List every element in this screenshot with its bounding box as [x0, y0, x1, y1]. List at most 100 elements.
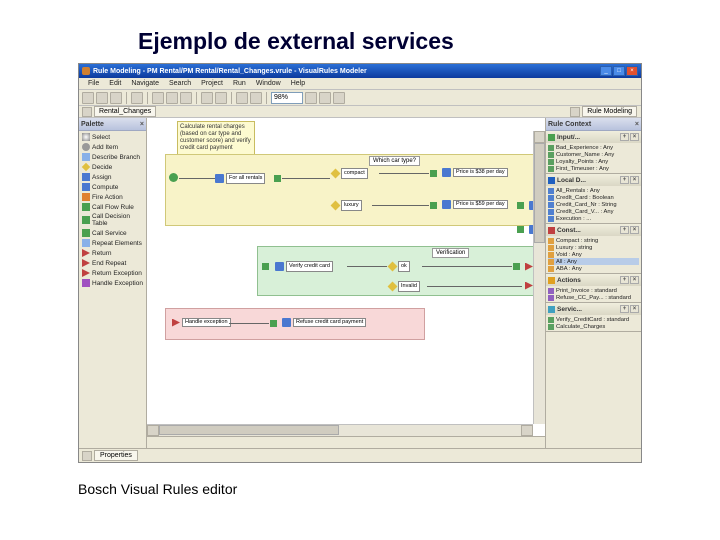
context-item[interactable]: Calculate_Charges	[548, 323, 639, 330]
context-section-header[interactable]: Const...+×	[546, 224, 641, 236]
palette-item[interactable]: Repeat Elements	[81, 238, 144, 248]
menu-navigate[interactable]: Navigate	[126, 78, 164, 89]
palette-item[interactable]: Describe Branch	[81, 152, 144, 162]
palette-item[interactable]: Fire Action	[81, 192, 144, 202]
context-item[interactable]: Void : Any	[548, 251, 639, 258]
scroll-left-icon[interactable]	[147, 425, 159, 436]
properties-tab[interactable]: Properties	[94, 450, 138, 461]
for-all-rentals-node[interactable]: For all rentals	[215, 173, 265, 184]
palette-item[interactable]: Call Service	[81, 228, 144, 238]
palette-item[interactable]: Assign	[81, 172, 144, 182]
horizontal-scrollbar[interactable]	[147, 424, 533, 436]
menu-file[interactable]: File	[83, 78, 104, 89]
context-item[interactable]: CredIt_Card : Boolean	[548, 194, 639, 201]
save-all-icon[interactable]	[110, 92, 122, 104]
context-section-header[interactable]: Input/...+×	[546, 131, 641, 143]
context-item[interactable]: Loyalty_Points : Any	[548, 158, 639, 165]
add-icon[interactable]: +	[620, 305, 629, 313]
minimize-button[interactable]: _	[600, 66, 612, 76]
add-icon[interactable]: +	[620, 226, 629, 234]
palette-item[interactable]: Call Flow Rule	[81, 202, 144, 212]
perspective-tab[interactable]: Rule Modeling	[582, 106, 637, 117]
scroll-up-icon[interactable]	[534, 131, 545, 143]
context-item[interactable]: Luxury : string	[548, 244, 639, 251]
context-item[interactable]: Credit_Card_Nr : String	[548, 201, 639, 208]
copy-icon[interactable]	[166, 92, 178, 104]
print-icon[interactable]	[131, 92, 143, 104]
palette-close-icon[interactable]: ×	[140, 121, 144, 128]
menu-edit[interactable]: Edit	[104, 78, 126, 89]
perspective-icon[interactable]	[82, 107, 92, 117]
menu-help[interactable]: Help	[286, 78, 310, 89]
palette-item[interactable]: Compute	[81, 182, 144, 192]
zoom-out-icon[interactable]	[319, 92, 331, 104]
new-icon[interactable]	[82, 92, 94, 104]
context-item[interactable]: ABA : Any	[548, 265, 639, 272]
price-compact-node[interactable]: Price is $38 per day	[442, 168, 508, 177]
menu-window[interactable]: Window	[251, 78, 286, 89]
palette-item[interactable]: Call Decision Table	[81, 212, 144, 228]
palette-item[interactable]: End Repeat	[81, 258, 144, 268]
refuse-cc-node-2[interactable]: Refuse credit card payment	[282, 318, 366, 327]
start-node[interactable]	[169, 173, 178, 182]
add-icon[interactable]: +	[620, 176, 629, 184]
context-item[interactable]: Execution : ...	[548, 215, 639, 222]
zoom-input[interactable]: 98%	[271, 92, 303, 104]
remove-icon[interactable]: ×	[630, 276, 639, 284]
zoom-fit-icon[interactable]	[333, 92, 345, 104]
luxury-decision[interactable]: luxury	[332, 200, 362, 211]
diagram-canvas[interactable]: Calculate rental charges (based on car t…	[147, 118, 545, 448]
handle-exception-node[interactable]: Handle exception	[172, 318, 231, 327]
debug-icon[interactable]	[250, 92, 262, 104]
context-item[interactable]: CredIt_Card_V... : Any	[548, 208, 639, 215]
palette-item[interactable]: Handle Exception	[81, 278, 144, 288]
palette-item[interactable]: Decide	[81, 162, 144, 172]
context-section-header[interactable]: Servic...+×	[546, 303, 641, 315]
run-icon[interactable]	[236, 92, 248, 104]
vertical-scrollbar[interactable]	[533, 131, 545, 424]
save-icon[interactable]	[96, 92, 108, 104]
cut-icon[interactable]	[152, 92, 164, 104]
invalid-decision[interactable]: Invalid	[389, 281, 420, 292]
context-section-header[interactable]: Local D...+×	[546, 174, 641, 186]
remove-icon[interactable]: ×	[630, 176, 639, 184]
add-icon[interactable]: +	[620, 276, 629, 284]
menu-run[interactable]: Run	[228, 78, 251, 89]
context-item[interactable]: Verify_CreditCard : standard	[548, 316, 639, 323]
redo-icon[interactable]	[215, 92, 227, 104]
menu-search[interactable]: Search	[164, 78, 196, 89]
compact-decision[interactable]: compact	[332, 168, 368, 179]
scroll-thumb[interactable]	[534, 143, 545, 243]
paste-icon[interactable]	[180, 92, 192, 104]
ok-decision[interactable]: ok	[389, 261, 410, 272]
palette-item[interactable]: Select	[81, 132, 144, 142]
context-item[interactable]: First_Timeuser : Any	[548, 165, 639, 172]
maximize-button[interactable]: □	[613, 66, 625, 76]
remove-icon[interactable]: ×	[630, 226, 639, 234]
palette-item[interactable]: Return Exception	[81, 268, 144, 278]
context-item[interactable]: Customer_Name : Any	[548, 151, 639, 158]
context-item[interactable]: Refuse_CC_Pay... : standard	[548, 294, 639, 301]
context-item[interactable]: All_Rentals : Any	[548, 187, 639, 194]
canvas-tab[interactable]: Rental_Changes	[94, 106, 156, 117]
palette-item[interactable]: Return	[81, 248, 144, 258]
verify-cc-node[interactable]: Verify credit card	[275, 261, 333, 272]
close-button[interactable]: ×	[626, 66, 638, 76]
context-item[interactable]: Compact : string	[548, 237, 639, 244]
open-perspective-icon[interactable]	[570, 107, 580, 117]
context-item[interactable]: Bad_Experience : Any	[548, 144, 639, 151]
context-item[interactable]: Print_Invoice : standard	[548, 287, 639, 294]
scroll-right-icon[interactable]	[521, 425, 533, 436]
undo-icon[interactable]	[201, 92, 213, 104]
price-luxury-node[interactable]: Price is $59 per day	[442, 200, 508, 209]
menu-project[interactable]: Project	[196, 78, 228, 89]
context-item[interactable]: All : Any	[548, 258, 639, 265]
context-close-icon[interactable]: ×	[635, 121, 639, 128]
remove-icon[interactable]: ×	[630, 133, 639, 141]
context-section-header[interactable]: Actions+×	[546, 274, 641, 286]
palette-item[interactable]: Add Item	[81, 142, 144, 152]
add-icon[interactable]: +	[620, 133, 629, 141]
remove-icon[interactable]: ×	[630, 305, 639, 313]
zoom-in-icon[interactable]	[305, 92, 317, 104]
scroll-thumb[interactable]	[159, 425, 339, 435]
